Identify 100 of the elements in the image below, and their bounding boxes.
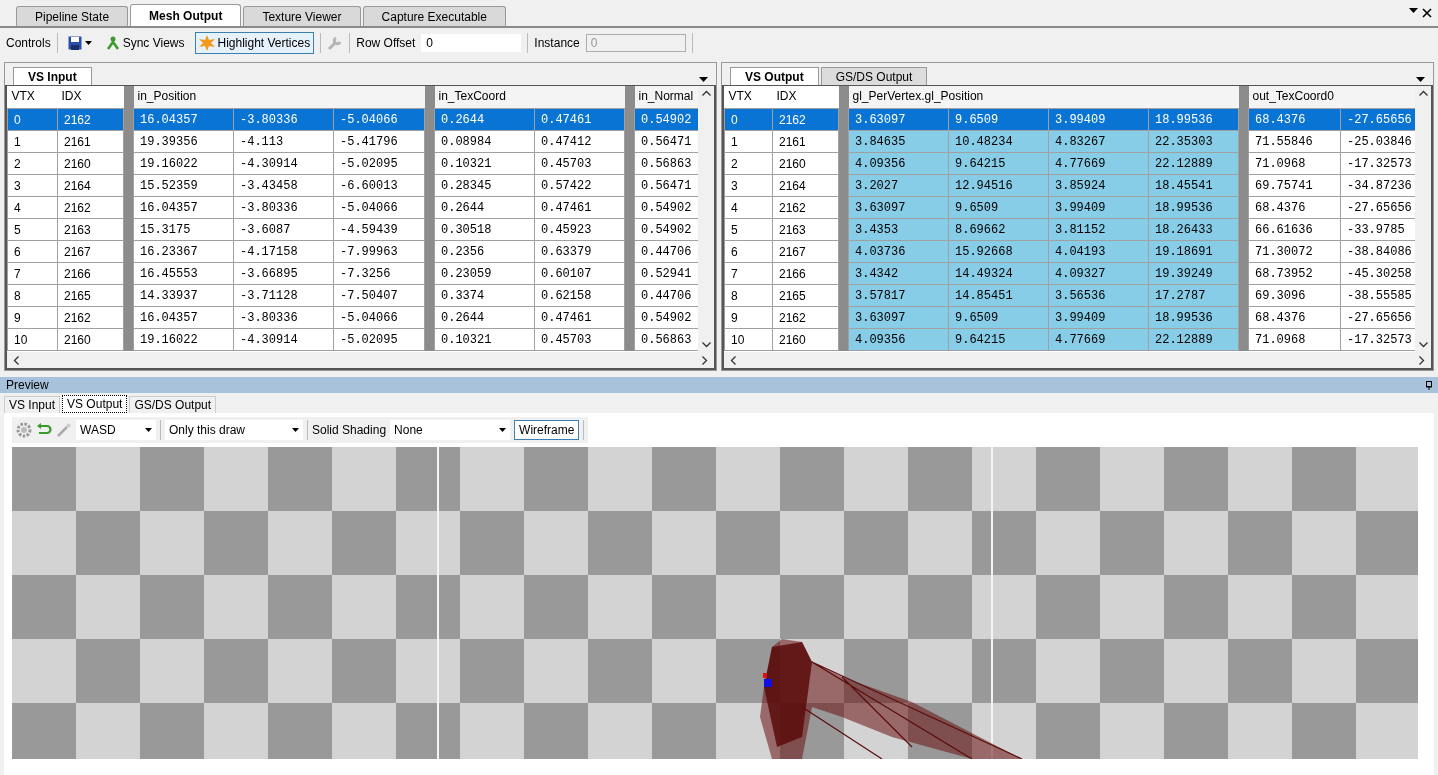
table-cell: 3	[7, 174, 58, 197]
tab[interactable]: VS Output	[62, 395, 128, 413]
table-cell: 3.4353	[848, 218, 949, 241]
row-offset-field[interactable]: 0	[421, 34, 522, 52]
chevron-down-icon[interactable]	[701, 342, 711, 348]
table-cell: 4.03736	[848, 240, 949, 263]
table-row[interactable]: 1 2161 3.84635 10.48234 4.83267 22.35303 71.55846 -25.03846	[724, 130, 1415, 153]
tab[interactable]: Texture Viewer	[243, 6, 361, 26]
chevron-left-icon[interactable]	[13, 355, 19, 365]
table-cell: 16.45553	[133, 262, 234, 285]
table-cell: 10	[724, 328, 773, 351]
vertical-scrollbar[interactable]	[698, 86, 714, 352]
table-cell: 68.4376	[1248, 306, 1341, 329]
tab[interactable]: Mesh Output	[130, 4, 242, 26]
table-cell: 2160	[57, 152, 124, 175]
table-row[interactable]: 0 2162 3.63097 9.6509 3.99409 18.99536 68.4376 -27.65656	[724, 108, 1415, 131]
tab[interactable]: GS/DS Output	[820, 67, 928, 85]
table-cell: 19.16022	[133, 152, 234, 175]
column-header[interactable]: in_Position	[133, 86, 425, 109]
table-cell: -3.80336	[233, 108, 334, 131]
tab[interactable]: GS/DS Output	[129, 396, 217, 413]
table-cell: 6	[7, 240, 58, 263]
pin-icon[interactable]	[1426, 380, 1432, 390]
table-cell: 2161	[772, 130, 839, 153]
table-cell: 71.0968	[1248, 328, 1341, 351]
wireframe-toggle[interactable]: Wireframe	[514, 420, 580, 440]
table-row[interactable]: 5 2163 3.4353 8.69662 3.81152 18.26433 66.61636 -33.9785	[724, 218, 1415, 241]
table-cell: -5.02095	[333, 152, 425, 175]
field-label: Instance	[534, 36, 580, 50]
table-row[interactable]: 10 2160 4.09356 9.64215 4.77669 22.12889 71.0968 -17.32573	[724, 328, 1415, 351]
table-cell: 7	[724, 262, 773, 285]
caret-icon[interactable]	[1416, 77, 1425, 82]
table-cell: 15.3175	[133, 218, 234, 241]
table-row[interactable]: 9 2162 3.63097 9.6509 3.99409 18.99536 68.4376 -27.65656	[724, 306, 1415, 329]
horizontal-scrollbar[interactable]	[724, 352, 1431, 368]
column-header[interactable]: in_TexCoord	[434, 86, 625, 109]
table-cell: 0.47461	[534, 306, 625, 329]
table-cell: 2166	[772, 262, 839, 285]
table-cell: 3.4342	[848, 262, 949, 285]
table-row[interactable]: 8 2165 3.57817 14.85451 3.56536 17.2787 69.3096 -38.55585	[724, 284, 1415, 307]
vertical-scrollbar[interactable]	[1415, 86, 1431, 352]
column-header[interactable]: gl_PerVertex.gl_Position	[848, 86, 1239, 109]
column-header[interactable]: in_Normal	[634, 86, 698, 109]
star-burst-icon	[198, 35, 215, 51]
close-icon[interactable]	[1422, 8, 1432, 18]
table-row[interactable]: 4 2162 3.63097 9.6509 3.99409 18.99536 68.4376 -27.65656	[724, 196, 1415, 219]
tab[interactable]: Capture Executable	[362, 6, 506, 26]
table-cell: 0.45703	[534, 152, 625, 175]
table-row[interactable]: 7 2166 3.4342 14.49324 4.09327 19.39249 68.73952 -45.30258	[724, 262, 1415, 285]
table-cell: -7.3256	[333, 262, 425, 285]
table-cell: -3.6087	[233, 218, 334, 241]
column-header[interactable]: IDX	[57, 86, 124, 109]
shading-dropdown[interactable]: None	[390, 420, 511, 440]
table-cell: 2162	[772, 108, 839, 131]
caret-icon[interactable]	[145, 428, 152, 432]
column-header[interactable]: out_TexCoord0	[1248, 86, 1415, 109]
table-cell: 0.30518	[434, 218, 535, 241]
table-cell: 2162	[57, 306, 124, 329]
chevron-right-icon[interactable]	[1419, 355, 1425, 365]
caret-icon[interactable]	[499, 428, 507, 432]
table-cell: 16.04357	[133, 306, 234, 329]
table-cell: -4.113	[233, 130, 334, 153]
table-cell: 0.2644	[434, 108, 535, 131]
table-cell: 0.47412	[534, 130, 625, 153]
table-cell: 14.33937	[133, 284, 234, 307]
table-cell: 5	[7, 218, 58, 241]
highlight-vertices-button[interactable]: Highlight Vertices	[194, 32, 315, 54]
tab[interactable]: VS Input	[13, 67, 92, 85]
caret-icon[interactable]	[1409, 8, 1418, 13]
chevron-left-icon[interactable]	[730, 355, 736, 365]
table-row[interactable]: 6 2167 4.03736 15.92668 4.04193 19.18691 71.30072 -38.84086	[724, 240, 1415, 263]
sync-views-button[interactable]: Sync Views	[101, 33, 189, 53]
table-cell: 66.61636	[1248, 218, 1341, 241]
horizontal-scrollbar[interactable]	[7, 352, 714, 368]
table-cell: -4.59439	[333, 218, 425, 241]
table-cell: -4.30914	[233, 328, 334, 351]
table-cell: 2161	[57, 130, 124, 153]
table-cell: 2164	[57, 174, 124, 197]
caret-icon[interactable]	[699, 77, 708, 82]
tab[interactable]: VS Output	[730, 67, 819, 85]
table-cell: 0.62158	[534, 284, 625, 307]
table-cell: 3.84635	[848, 130, 949, 153]
chevron-right-icon[interactable]	[702, 355, 708, 365]
table-row[interactable]: 2 2160 4.09356 9.64215 4.77669 22.12889 71.0968 -17.32573	[724, 152, 1415, 175]
table-cell: 2162	[57, 196, 124, 219]
chevron-up-icon[interactable]	[1418, 90, 1428, 96]
table-cell: 2162	[772, 306, 839, 329]
camera-dropdown[interactable]: WASD	[76, 420, 156, 440]
table-cell: 0.08984	[434, 130, 535, 153]
tab[interactable]: Pipeline State	[16, 6, 129, 26]
table-cell: 2163	[772, 218, 839, 241]
table-row[interactable]: 0 2162 16.04357 -3.80336 -5.04066 0.2644 0.47461 0.54902	[7, 108, 698, 131]
table-cell: 71.0968	[1248, 152, 1341, 175]
chevron-down-icon[interactable]	[1418, 342, 1428, 348]
caret-icon[interactable]	[292, 428, 299, 432]
chevron-up-icon[interactable]	[701, 90, 711, 96]
draw-range-dropdown[interactable]: Only this draw	[165, 420, 303, 440]
tab[interactable]: VS Input	[4, 396, 61, 413]
table-row[interactable]: 3 2164 3.2027 12.94516 3.85924 18.45541 69.75741 -34.87236	[724, 174, 1415, 197]
table-cell: 71.30072	[1248, 240, 1341, 263]
